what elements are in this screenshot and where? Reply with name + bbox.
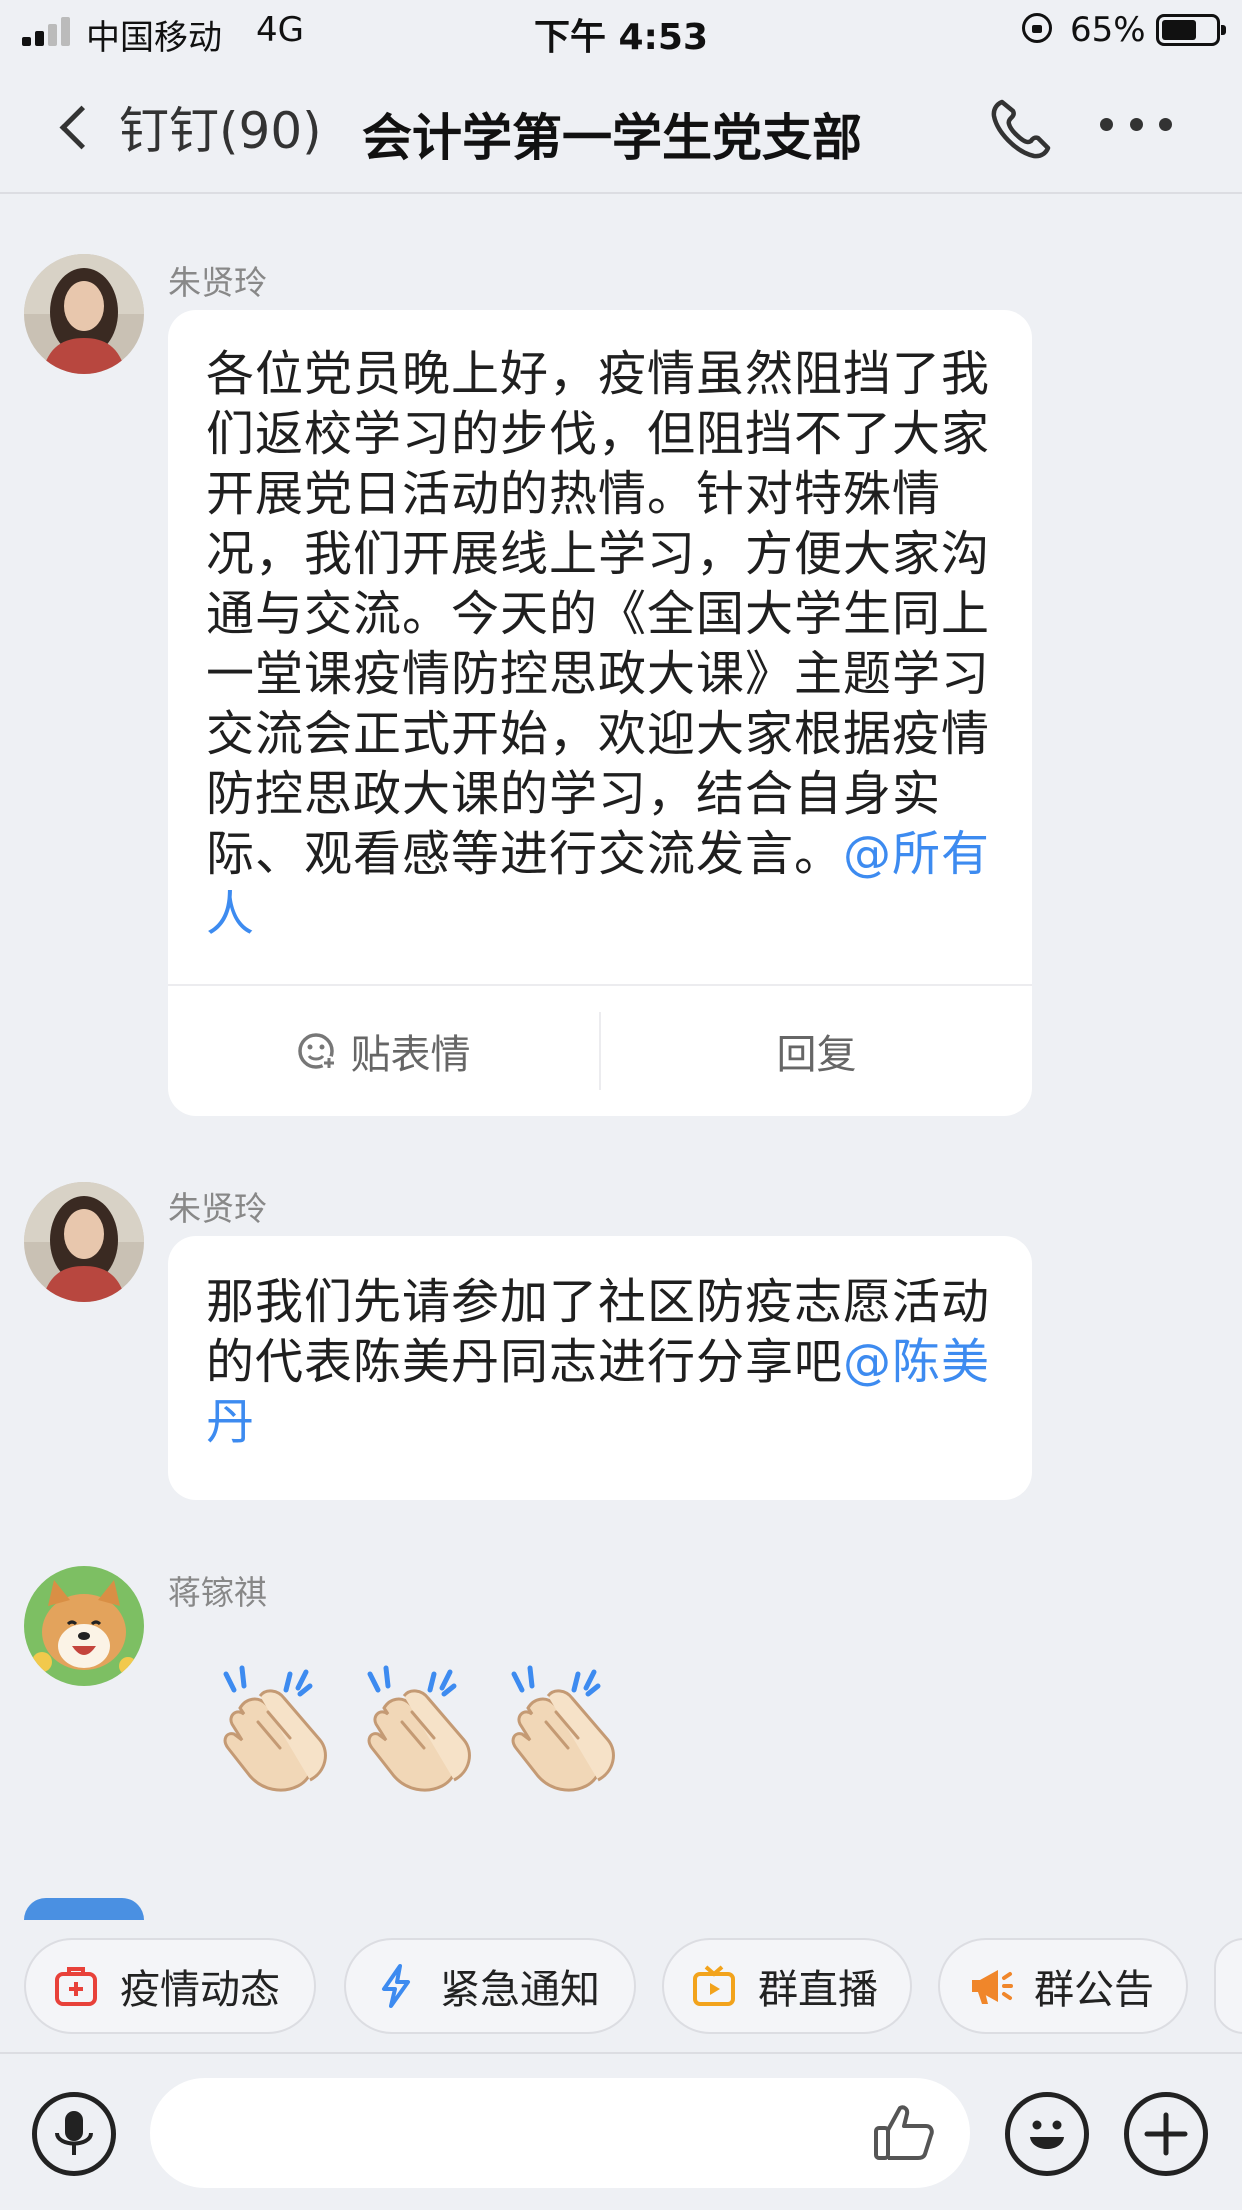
add-reaction-button[interactable]: 贴表情 [168, 986, 599, 1116]
urgent-notice-button[interactable]: 紧急通知 [344, 1938, 636, 2034]
rotation-lock-icon [1022, 13, 1052, 43]
plus-icon [1144, 2112, 1188, 2156]
back-button[interactable]: 钉钉(90) [56, 96, 322, 160]
phone-icon[interactable] [988, 96, 1054, 162]
tv-icon [693, 1965, 735, 2006]
thumbs-up-icon[interactable] [870, 2098, 938, 2166]
message-input-bar [0, 2052, 1242, 2210]
lightning-icon [382, 1964, 410, 2008]
reply-button[interactable]: 回复 [601, 986, 1032, 1116]
back-label: 钉钉(90) [119, 102, 322, 160]
status-bar: 中国移动 4G 下午 4:53 65% [0, 0, 1242, 62]
clapping-hands-emoji [494, 1660, 634, 1800]
sender-name: 朱贤玲 [168, 1189, 267, 1228]
avatar[interactable] [24, 1182, 144, 1302]
reaction-label: 贴表情 [350, 1032, 471, 1078]
voice-input-button[interactable] [32, 2092, 116, 2176]
epidemic-updates-button[interactable]: 疫情动态 [24, 1938, 316, 2034]
sender-name: 朱贤玲 [168, 263, 267, 302]
quick-action-label: 紧急通知 [440, 1967, 600, 2013]
quick-action-label: 群公告 [1034, 1967, 1154, 2013]
message-body: 各位党员晚上好，疫情虽然阻挡了我们返校学习的步伐，但阻挡不了大家开展党日活动的热… [206, 346, 991, 882]
reply-label: 回复 [776, 1032, 857, 1078]
medical-kit-icon [55, 1967, 97, 2006]
message-input[interactable] [150, 2078, 970, 2188]
message-bubble[interactable]: 那我们先请参加了社区防疫志愿活动的代表陈美丹同志进行分享吧@陈美丹 [168, 1236, 1032, 1500]
chat-header: 钉钉(90) 会计学第一学生党支部 [0, 62, 1242, 194]
clapping-hands-emoji [206, 1660, 346, 1800]
megaphone-icon [972, 1970, 1013, 2004]
sticker-icon [297, 1033, 336, 1070]
status-time: 下午 4:53 [533, 17, 709, 58]
avatar[interactable] [24, 254, 144, 374]
message-bubble[interactable]: 各位党员晚上好，疫情虽然阻挡了我们返校学习的步伐，但阻挡不了大家开展党日活动的热… [168, 310, 1032, 1116]
message-actions: 贴表情 回复 [168, 984, 1032, 1116]
avatar[interactable] [24, 1566, 144, 1686]
group-announcement-button[interactable]: 群公告 [938, 1938, 1188, 2034]
more-options-icon[interactable] [1100, 118, 1172, 138]
add-attachment-button[interactable] [1124, 2092, 1208, 2176]
quick-action-label: 群直播 [758, 1967, 878, 2013]
battery-percent: 65% [1070, 10, 1146, 50]
quick-action-label: 疫情动态 [120, 1967, 280, 2013]
clapping-hands-emoji [350, 1660, 490, 1800]
page-title: 会计学第一学生党支部 [362, 109, 862, 167]
chevron-left-icon [59, 105, 104, 149]
group-live-button[interactable]: 群直播 [662, 1938, 912, 2034]
emoji-button[interactable] [1005, 2092, 1089, 2176]
quick-action-bar: 疫情动态 紧急通知 群直播 群公告 [0, 1920, 1242, 2056]
message-text: 各位党员晚上好，疫情虽然阻挡了我们返校学习的步伐，但阻挡不了大家开展党日活动的热… [206, 344, 1002, 944]
avatar[interactable] [24, 1898, 144, 1920]
smiley-icon [1030, 2120, 1064, 2149]
microphone-icon [55, 2111, 93, 2155]
message-text: 那我们先请参加了社区防疫志愿活动的代表陈美丹同志进行分享吧@陈美丹 [206, 1272, 1002, 1452]
battery-icon [1156, 14, 1226, 46]
more-quick-actions-button[interactable] [1214, 1938, 1242, 2034]
sender-name: 蒋镓祺 [168, 1573, 267, 1612]
